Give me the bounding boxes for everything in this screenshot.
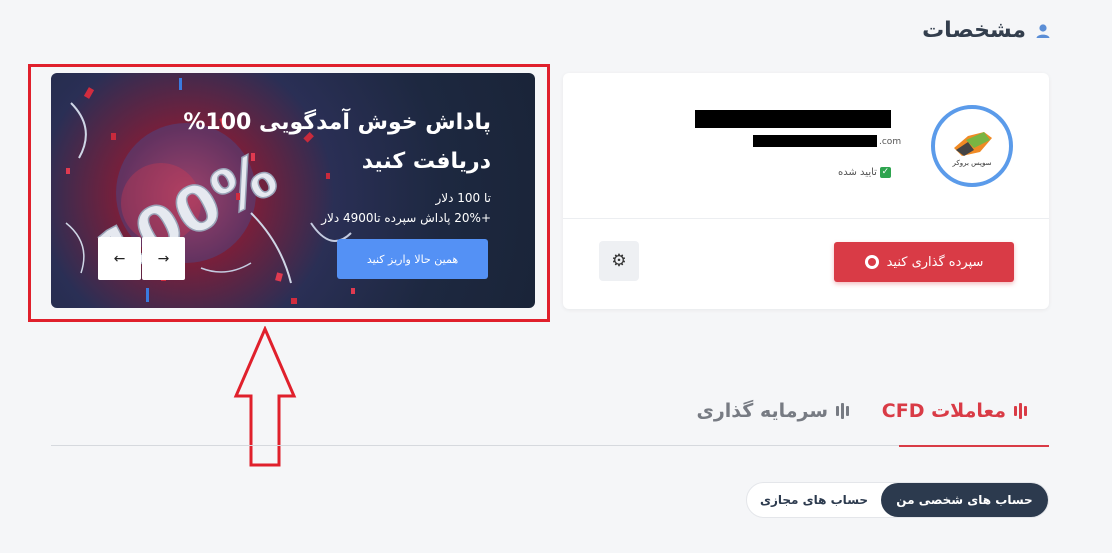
page: مشخصات سوپس بروکر .com ✓ تایید شده سپرده… xyxy=(0,0,1112,553)
banner-line-2: +20% پاداش سپرده تا4900 دلار xyxy=(321,211,491,225)
accounts-switch: حساب های شخصی من حساب های مجازی xyxy=(746,482,1049,518)
gear-icon: ⚙ xyxy=(611,251,627,271)
personal-accounts-toggle[interactable]: حساب های شخصی من xyxy=(881,483,1048,517)
banner-line-1: تا 100 دلار xyxy=(435,191,491,205)
candlestick-icon xyxy=(1014,403,1027,419)
virtual-accounts-toggle[interactable]: حساب های مجازی xyxy=(747,483,881,517)
avatar: سوپس بروکر xyxy=(931,105,1013,187)
settings-button[interactable]: ⚙ xyxy=(599,241,639,281)
redacted-email xyxy=(753,135,877,147)
promo-banner[interactable]: 100% پاداش خوش آمدگویی 100% دریافت کنید … xyxy=(51,73,535,308)
deposit-now-button[interactable]: همین حالا واریز کنید xyxy=(337,239,488,279)
section-title: مشخصات xyxy=(922,18,1026,43)
banner-title: پاداش خوش آمدگویی 100% دریافت کنید xyxy=(183,110,491,174)
deposit-button[interactable]: سپرده گذاری کنید xyxy=(834,242,1014,282)
virtual-accounts-label: حساب های مجازی xyxy=(759,493,869,507)
coin-icon xyxy=(864,255,879,269)
email-suffix: .com xyxy=(879,137,902,147)
avatar-brand-text: سوپس بروکر xyxy=(952,159,992,167)
carousel-next-button[interactable]: → xyxy=(142,237,185,280)
section-header: مشخصات xyxy=(922,18,1052,43)
redacted-name xyxy=(695,110,891,128)
verified-label: تایید شده xyxy=(838,167,877,178)
card-divider xyxy=(563,218,1049,219)
user-icon xyxy=(1034,22,1052,40)
deposit-label: سپرده گذاری کنید xyxy=(886,254,984,270)
personal-accounts-label: حساب های شخصی من xyxy=(896,493,1033,507)
trading-tabs: معاملات CFD سرمایه گذاری xyxy=(51,396,1049,447)
arrow-right-icon: → xyxy=(157,250,170,267)
active-tab-indicator xyxy=(899,445,1049,447)
arrow-left-icon: ← xyxy=(113,250,126,267)
tab-cfd-label: معاملات CFD xyxy=(881,400,1006,422)
verified-badge: ✓ تایید شده xyxy=(838,167,891,178)
tab-cfd-trading[interactable]: معاملات CFD xyxy=(882,400,1027,422)
tab-investment-label: سرمایه گذاری xyxy=(696,400,828,422)
deposit-now-label: همین حالا واریز کنید xyxy=(366,252,459,266)
profile-card: سوپس بروکر .com ✓ تایید شده سپرده گذاری … xyxy=(563,73,1049,309)
check-icon: ✓ xyxy=(879,167,891,178)
candlestick-icon xyxy=(836,403,849,419)
tab-investment[interactable]: سرمایه گذاری xyxy=(696,400,849,422)
carousel-prev-button[interactable]: ← xyxy=(98,237,141,280)
